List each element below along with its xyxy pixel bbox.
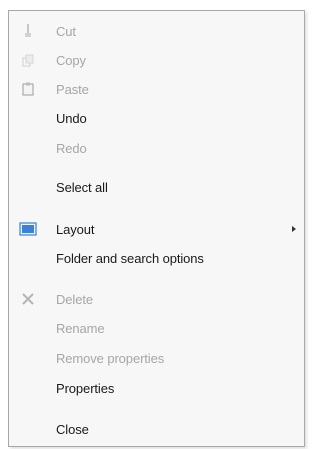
- layout-icon: [17, 219, 39, 239]
- menu-item-copy[interactable]: Copy: [9, 46, 304, 74]
- menu-item-folder-and-search-options-label: Folder and search options: [56, 250, 204, 266]
- menu-item-close[interactable]: Close: [9, 415, 304, 443]
- menu-item-redo-label: Redo: [56, 140, 87, 156]
- menu-item-properties-label: Properties: [56, 380, 115, 396]
- menu-item-folder-and-search-options[interactable]: Folder and search options: [9, 244, 304, 272]
- menu-item-select-all[interactable]: Select all: [9, 173, 304, 201]
- copy-icon: [17, 50, 39, 70]
- context-menu: Cut Copy Paste Undo Redo Select all Layo…: [8, 10, 305, 447]
- menu-item-cut[interactable]: Cut: [9, 17, 304, 45]
- menu-item-paste[interactable]: Paste: [9, 75, 304, 103]
- menu-item-undo-label: Undo: [56, 110, 87, 126]
- cut-icon: [17, 21, 39, 41]
- menu-item-layout-label: Layout: [56, 221, 95, 237]
- menu-item-close-label: Close: [56, 421, 89, 437]
- menu-item-layout[interactable]: Layout: [9, 215, 304, 243]
- delete-icon: [17, 289, 39, 309]
- menu-item-cut-label: Cut: [56, 23, 76, 39]
- menu-item-properties[interactable]: Properties: [9, 374, 304, 402]
- menu-item-redo[interactable]: Redo: [9, 134, 304, 162]
- menu-item-paste-label: Paste: [56, 81, 89, 97]
- submenu-arrow-icon: [292, 226, 296, 232]
- menu-item-rename[interactable]: Rename: [9, 314, 304, 342]
- menu-item-copy-label: Copy: [56, 52, 86, 68]
- menu-item-select-all-label: Select all: [56, 179, 108, 195]
- menu-item-remove-properties-label: Remove properties: [56, 350, 165, 366]
- menu-item-undo[interactable]: Undo: [9, 104, 304, 132]
- menu-item-remove-properties[interactable]: Remove properties: [9, 344, 304, 372]
- menu-item-delete[interactable]: Delete: [9, 285, 304, 313]
- menu-item-rename-label: Rename: [56, 320, 105, 336]
- paste-icon: [17, 79, 39, 99]
- menu-item-delete-label: Delete: [56, 291, 93, 307]
